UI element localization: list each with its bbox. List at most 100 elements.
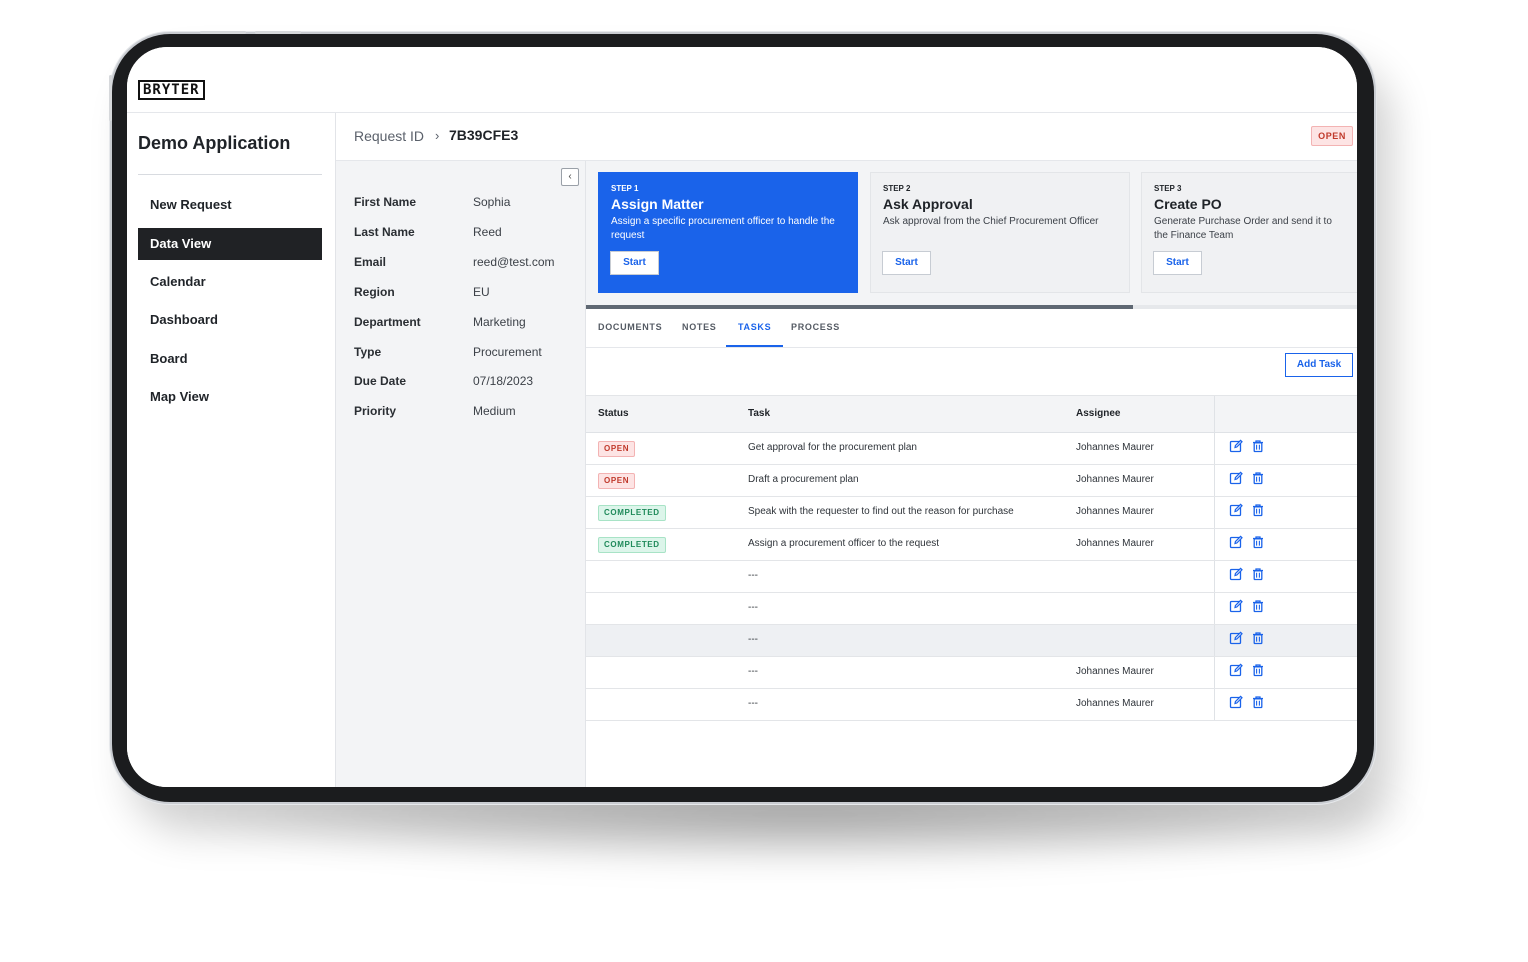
app-screen: BRYTER Demo Application New Request Data… — [127, 47, 1357, 787]
detail-value: EU — [473, 285, 490, 299]
table-row[interactable]: COMPLETED Assign a procurement officer to… — [586, 529, 1357, 561]
top-bar: BRYTER — [127, 47, 1357, 113]
trash-icon[interactable] — [1251, 567, 1265, 583]
column-divider — [1214, 497, 1215, 528]
task-name: --- — [748, 666, 758, 677]
table-row[interactable]: --- — [586, 593, 1357, 625]
trash-icon[interactable] — [1251, 599, 1265, 615]
detail-row-last-name: Last Name Reed — [354, 225, 584, 245]
detail-value: Marketing — [473, 315, 526, 329]
process-steps: STEP 1 Assign Matter Assign a specific p… — [586, 161, 1357, 309]
table-row[interactable]: OPEN Draft a procurement plan Johannes Mau… — [586, 465, 1357, 497]
edit-icon[interactable] — [1229, 695, 1243, 711]
breadcrumb-separator: › — [435, 128, 440, 143]
detail-value: Medium — [473, 404, 516, 418]
step-number: STEP 3 — [1154, 184, 1182, 193]
tab-process[interactable]: PROCESS — [779, 309, 852, 347]
step-description: Ask approval from the Chief Procurement … — [883, 216, 1099, 227]
table-row[interactable]: --- Johannes Maurer — [586, 657, 1357, 689]
table-row[interactable]: --- Johannes Maurer — [586, 689, 1357, 721]
table-row[interactable]: OPEN Get approval for the procurement pla… — [586, 433, 1357, 465]
column-divider — [1214, 396, 1215, 432]
column-divider — [1214, 529, 1215, 560]
column-header-task: Task — [748, 408, 771, 419]
detail-value: 07/18/2023 — [473, 374, 534, 388]
table-row[interactable]: --- — [586, 561, 1357, 593]
task-assignee: Johannes Maurer — [1076, 698, 1154, 709]
task-name: --- — [748, 570, 758, 581]
detail-row-type: Type Procurement — [354, 345, 584, 365]
detail-value: Reed — [473, 225, 502, 239]
column-divider — [1214, 657, 1215, 688]
tab-notes[interactable]: NOTES — [670, 309, 729, 347]
tab-documents[interactable]: DOCUMENTS — [586, 309, 674, 347]
column-divider — [1214, 433, 1215, 464]
detail-row-due-date: Due Date 07/18/2023 — [354, 374, 584, 394]
step-1-start-button[interactable]: Start — [610, 251, 659, 275]
tab-tasks[interactable]: TASKS — [726, 309, 784, 347]
edit-icon[interactable] — [1229, 503, 1243, 519]
request-id-value: 7B39CFE3 — [449, 127, 519, 143]
detail-label: Due Date — [354, 374, 407, 388]
request-status-badge: OPEN — [1311, 126, 1353, 146]
nav-item-dashboard[interactable]: Dashboard — [138, 304, 322, 336]
detail-row-first-name: First Name Sophia — [354, 195, 584, 215]
step-title: Ask Approval — [883, 196, 973, 212]
task-name: --- — [748, 602, 758, 613]
nav-item-map-view[interactable]: Map View — [138, 381, 322, 413]
step-title: Create PO — [1154, 196, 1222, 212]
column-header-assignee: Assignee — [1076, 408, 1121, 419]
trash-icon[interactable] — [1251, 695, 1265, 711]
detail-row-email: Email reed@test.com — [354, 255, 584, 275]
task-assignee: Johannes Maurer — [1076, 442, 1154, 453]
step-2-start-button[interactable]: Start — [882, 251, 931, 275]
add-task-button[interactable]: Add Task — [1285, 353, 1353, 377]
step-3-start-button[interactable]: Start — [1153, 251, 1202, 275]
step-card-2: STEP 2 Ask Approval Ask approval from th… — [870, 172, 1130, 293]
edit-icon[interactable] — [1229, 663, 1243, 679]
detail-label: Type — [354, 345, 382, 359]
detail-tabs: DOCUMENTS NOTES TASKS PROCESS — [586, 309, 1357, 348]
bryter-logo[interactable]: BRYTER — [138, 80, 205, 100]
detail-value: reed@test.com — [473, 255, 555, 269]
nav-item-new-request[interactable]: New Request — [138, 189, 322, 221]
tasks-table: Status Task Assignee OPEN Get approval fo… — [586, 395, 1357, 721]
nav-item-board[interactable]: Board — [138, 343, 322, 375]
task-status-badge: COMPLETED — [598, 537, 666, 553]
trash-icon[interactable] — [1251, 471, 1265, 487]
trash-icon[interactable] — [1251, 663, 1265, 679]
task-name: Speak with the requester to find out the… — [748, 506, 1014, 517]
trash-icon[interactable] — [1251, 439, 1265, 455]
trash-icon[interactable] — [1251, 535, 1265, 551]
app-title: Demo Application — [138, 133, 291, 153]
device-button — [200, 31, 246, 34]
detail-label: Region — [354, 285, 395, 299]
table-row[interactable]: COMPLETED Speak with the requester to fin… — [586, 497, 1357, 529]
detail-value: Sophia — [473, 195, 511, 209]
edit-icon[interactable] — [1229, 599, 1243, 615]
collapse-panel-button[interactable]: ‹ — [561, 168, 579, 186]
edit-icon[interactable] — [1229, 567, 1243, 583]
task-name: Get approval for the procurement plan — [748, 442, 917, 453]
task-status-badge: OPEN — [598, 473, 636, 489]
edit-icon[interactable] — [1229, 471, 1243, 487]
detail-label: Email — [354, 255, 387, 269]
table-row[interactable]: --- — [586, 625, 1357, 657]
column-divider — [1214, 561, 1215, 592]
edit-icon[interactable] — [1229, 439, 1243, 455]
request-header: Request ID › 7B39CFE3 OPEN — [336, 113, 1357, 161]
nav-item-data-view[interactable]: Data View — [138, 228, 322, 260]
table-header: Status Task Assignee — [586, 395, 1357, 433]
task-assignee: Johannes Maurer — [1076, 538, 1154, 549]
task-status-badge: OPEN — [598, 441, 636, 457]
step-number: STEP 2 — [883, 184, 911, 193]
edit-icon[interactable] — [1229, 631, 1243, 647]
trash-icon[interactable] — [1251, 503, 1265, 519]
trash-icon[interactable] — [1251, 631, 1265, 647]
edit-icon[interactable] — [1229, 535, 1243, 551]
task-assignee: Johannes Maurer — [1076, 666, 1154, 677]
column-divider — [1214, 625, 1215, 656]
detail-label: Department — [354, 315, 421, 329]
nav-item-calendar[interactable]: Calendar — [138, 266, 322, 298]
task-name: Draft a procurement plan — [748, 474, 859, 485]
